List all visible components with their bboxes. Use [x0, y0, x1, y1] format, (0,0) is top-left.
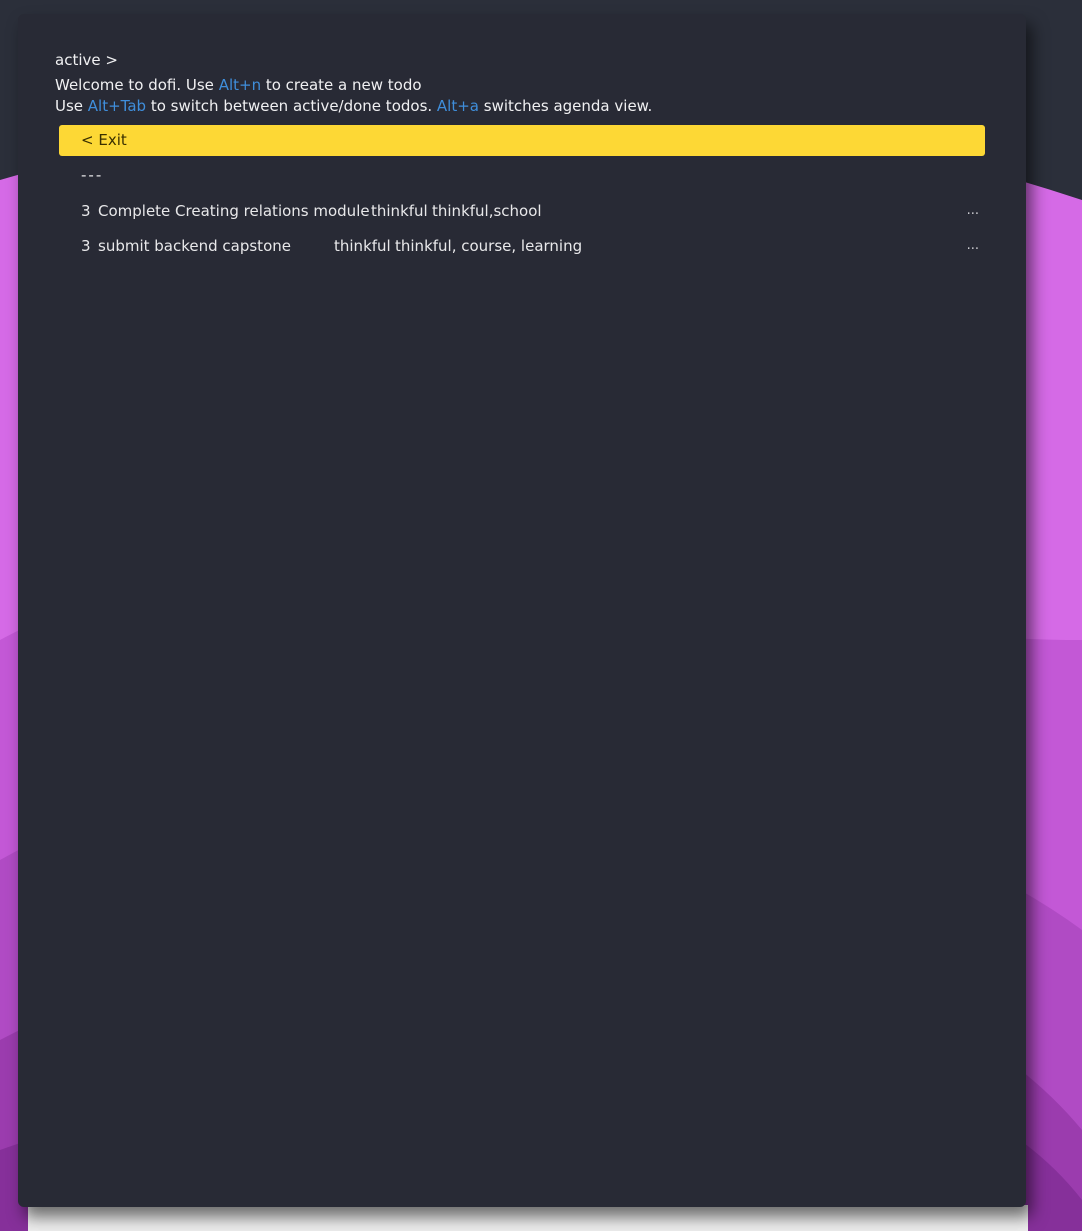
- welcome-text: Welcome to dofi. Use: [55, 76, 219, 94]
- todo-project: thinkful: [371, 202, 428, 220]
- dofi-window: active > Welcome to dofi. Use Alt+n to c…: [18, 14, 1026, 1207]
- todo-more-indicator: ...: [966, 203, 979, 218]
- todo-more-indicator: ...: [966, 238, 979, 253]
- welcome-message-line1: Welcome to dofi. Use Alt+n to create a n…: [55, 76, 422, 94]
- todo-project: thinkful: [334, 237, 391, 255]
- help-text-mid: to switch between active/done todos.: [146, 97, 437, 115]
- mode-prompt[interactable]: active >: [55, 51, 118, 69]
- todo-title: Complete Creating relations module: [98, 202, 370, 220]
- menu-separator: ---: [81, 166, 104, 184]
- todo-priority: 3: [81, 237, 91, 255]
- todo-title: submit backend capstone: [98, 237, 291, 255]
- todo-tags: thinkful, course, learning: [395, 237, 583, 255]
- todo-priority: 3: [81, 202, 91, 220]
- exit-menu-item[interactable]: < Exit: [59, 125, 985, 156]
- welcome-text-post: to create a new todo: [261, 76, 422, 94]
- help-text: Use: [55, 97, 88, 115]
- welcome-message-line2: Use Alt+Tab to switch between active/don…: [55, 97, 652, 115]
- todo-item[interactable]: 3 submit backend capstone thinkful think…: [59, 231, 985, 261]
- shortcut-agenda: Alt+a: [436, 97, 479, 115]
- exit-label: < Exit: [81, 131, 127, 149]
- todo-tags: thinkful,school: [432, 202, 542, 220]
- todo-item[interactable]: 3 Complete Creating relations module thi…: [59, 196, 985, 226]
- shortcut-new-todo: Alt+n: [218, 76, 262, 94]
- shortcut-switch: Alt+Tab: [87, 97, 147, 115]
- help-text-post: switches agenda view.: [479, 97, 653, 115]
